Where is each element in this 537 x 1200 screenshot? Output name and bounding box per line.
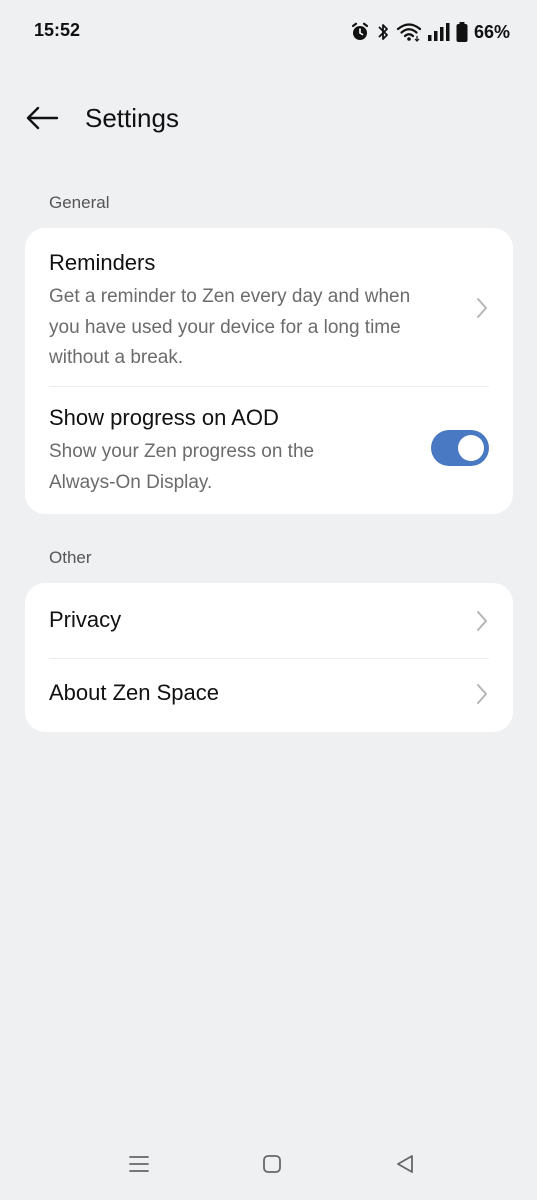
aod-title: Show progress on AOD: [49, 405, 279, 430]
other-card: Privacy About Zen Space: [25, 583, 513, 732]
privacy-row[interactable]: Privacy: [25, 583, 513, 658]
privacy-title: Privacy: [49, 607, 122, 632]
home-button[interactable]: [252, 1146, 292, 1186]
nav-bar: [0, 1134, 537, 1200]
about-title: About Zen Space: [49, 680, 220, 705]
aod-description: Show your Zen progress on the Always-On …: [49, 441, 315, 493]
page-title: Settings: [85, 103, 179, 133]
reminders-description: Get a reminder to Zen every day and when…: [49, 286, 411, 368]
toggle-knob: [458, 435, 484, 461]
about-row[interactable]: About Zen Space: [25, 659, 513, 732]
aod-row: Show progress on AOD Show your Zen progr…: [25, 387, 513, 514]
alarm-icon: [350, 22, 370, 42]
signal-icon: [427, 23, 450, 41]
back-button[interactable]: [22, 100, 62, 140]
back-arrow-icon: [25, 105, 59, 136]
status-bar: 15:52 66%: [0, 0, 537, 64]
nav-back-button[interactable]: [385, 1146, 425, 1186]
chevron-right-icon: [475, 296, 489, 320]
aod-toggle[interactable]: [431, 430, 489, 466]
recents-icon: [128, 1154, 150, 1179]
recents-button[interactable]: [119, 1146, 159, 1186]
status-time: 15:52: [34, 20, 81, 40]
general-card: Reminders Get a reminder to Zen every da…: [25, 228, 513, 514]
wifi-icon: [396, 22, 422, 42]
bluetooth-icon: [376, 22, 390, 42]
chevron-right-icon: [475, 682, 489, 706]
section-label-other: Other: [49, 548, 92, 567]
back-icon: [395, 1154, 415, 1179]
home-icon: [262, 1154, 282, 1179]
app-header: Settings: [0, 96, 537, 142]
battery-icon: [456, 22, 468, 42]
chevron-right-icon: [475, 609, 489, 633]
reminders-title: Reminders: [49, 250, 156, 275]
reminders-row[interactable]: Reminders Get a reminder to Zen every da…: [25, 228, 513, 386]
section-label-general: General: [49, 193, 110, 212]
battery-level: 66%: [473, 21, 510, 42]
status-icons: 66%: [350, 20, 510, 44]
